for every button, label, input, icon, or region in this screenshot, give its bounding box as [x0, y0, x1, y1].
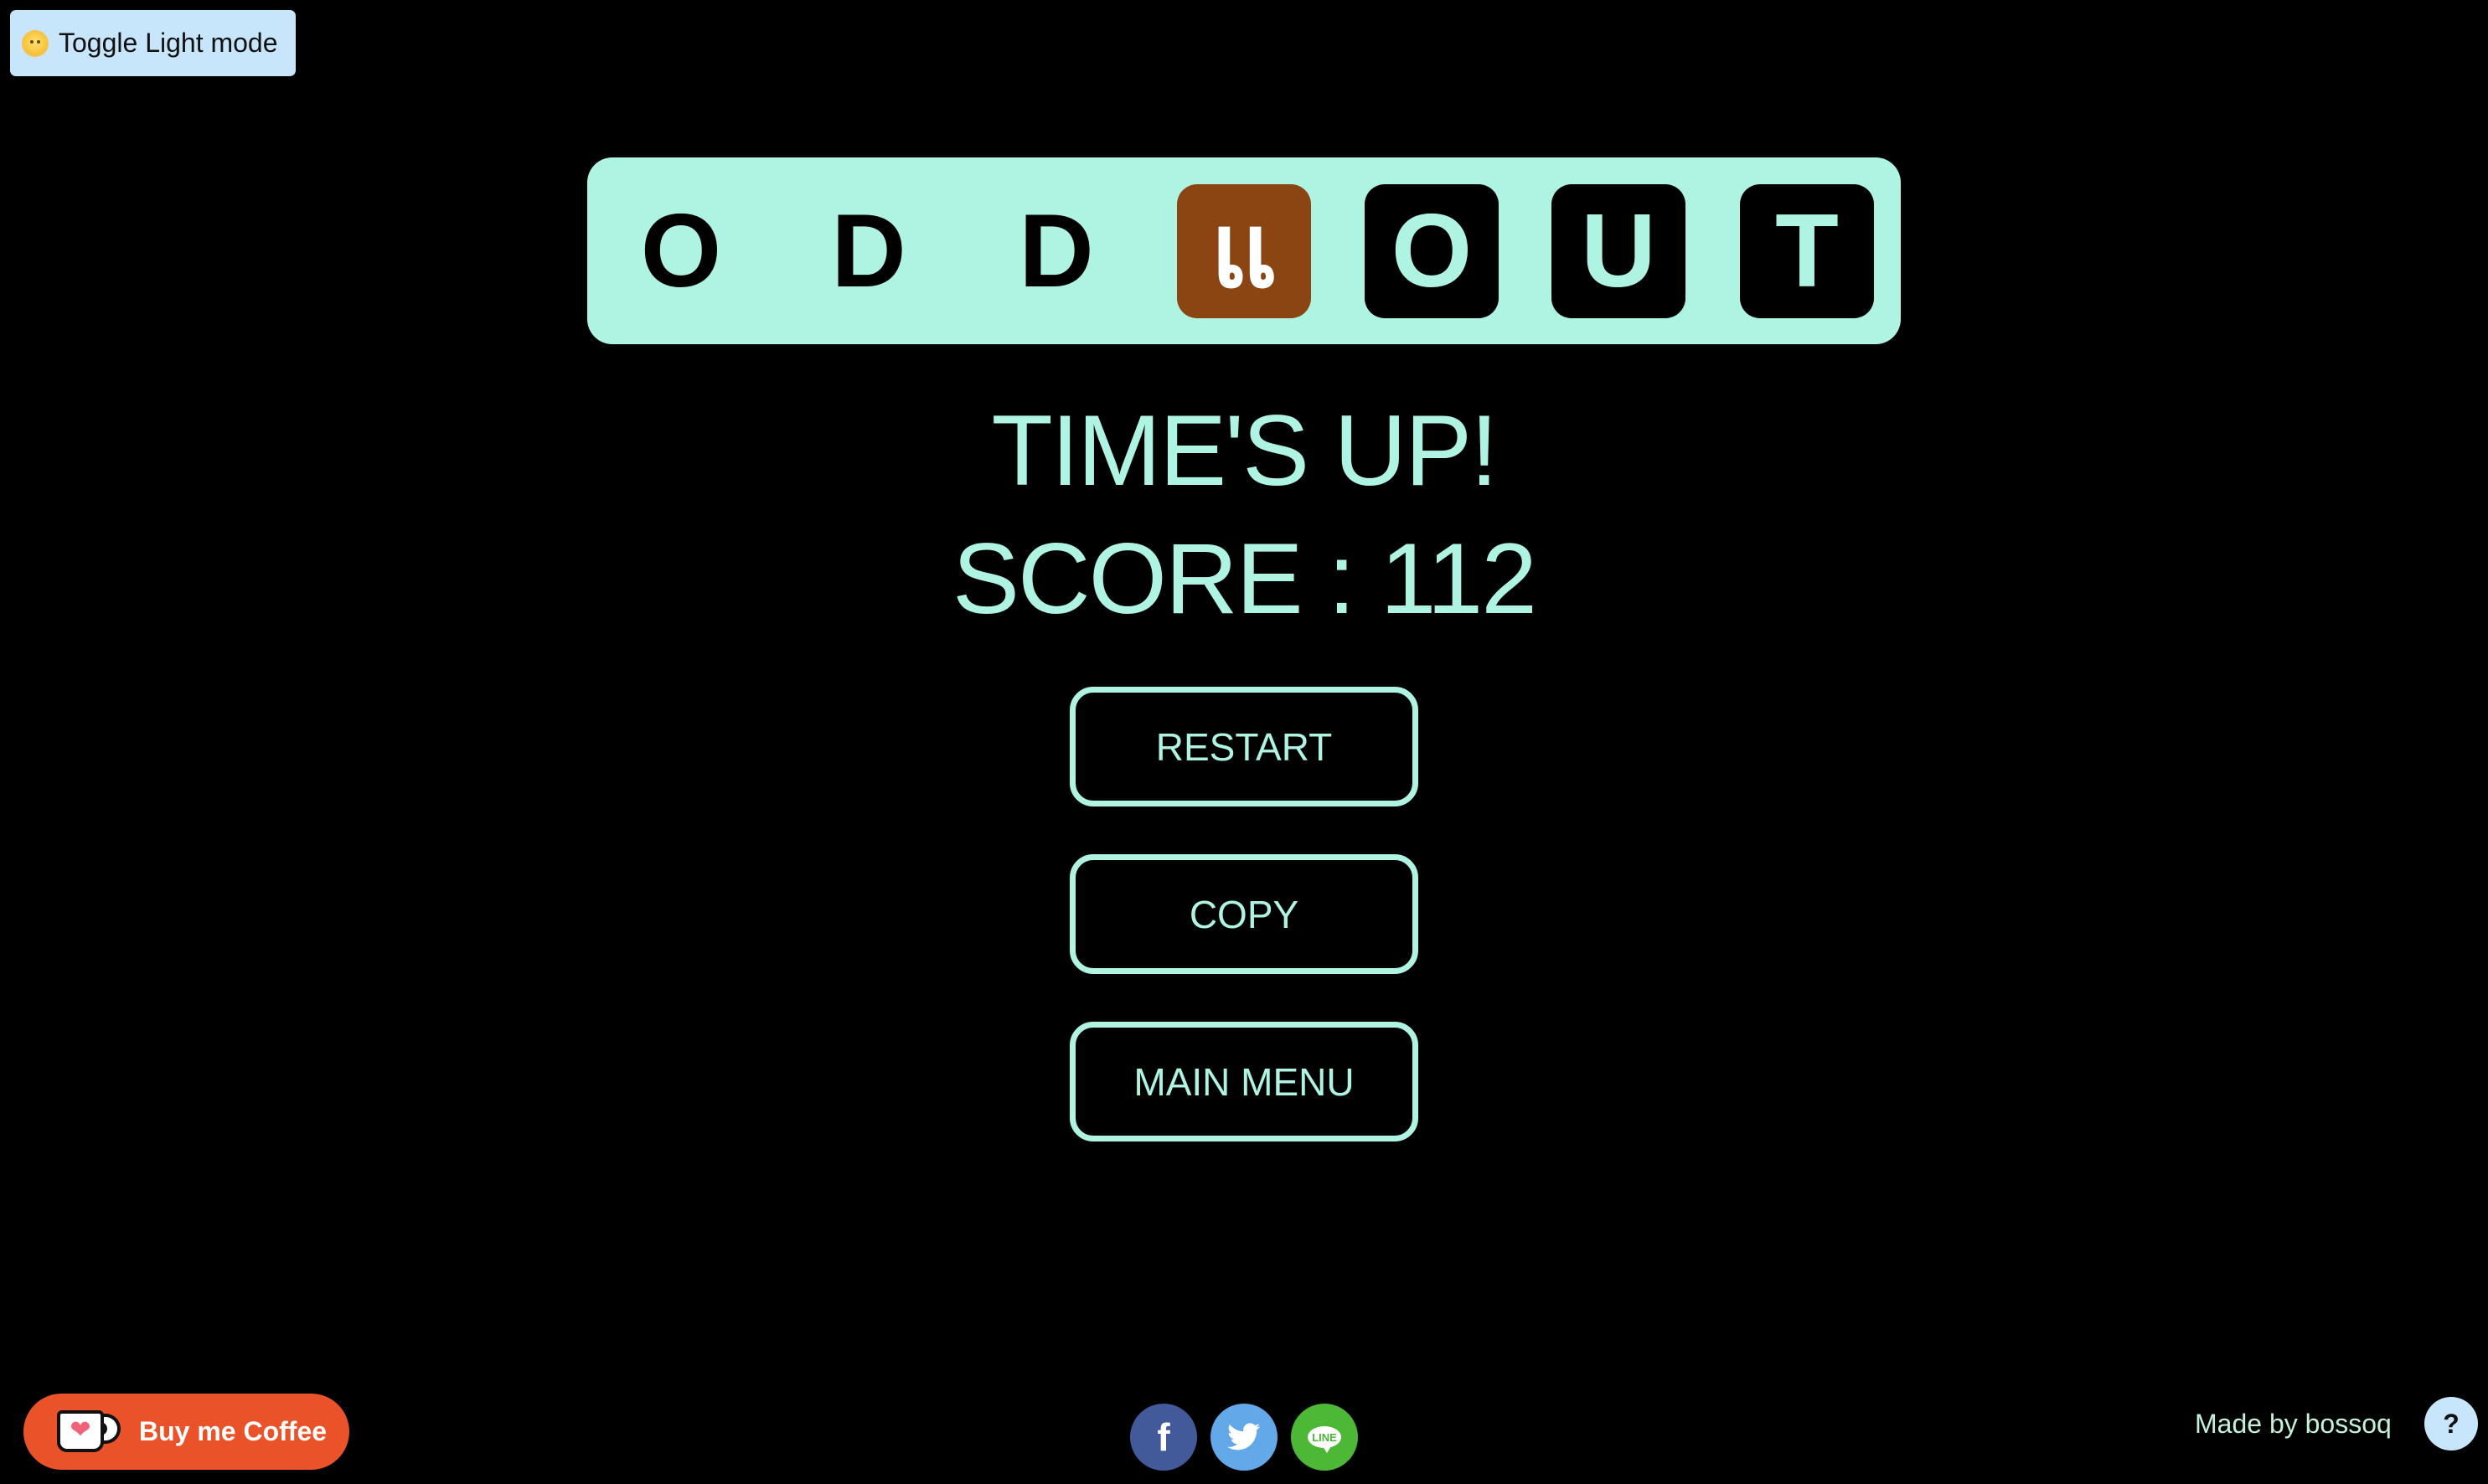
- letter-tile-7: T: [1740, 184, 1874, 318]
- made-by-credit: Made by bossoq: [2195, 1409, 2392, 1439]
- letter-tile-3: D: [1019, 193, 1094, 309]
- toggle-label: Toggle Light mode: [59, 28, 278, 58]
- word-banner: O D D แ O U T: [587, 157, 1901, 344]
- score-display: SCORE : 112: [952, 523, 1537, 635]
- odd-letter-tile[interactable]: แ: [1177, 184, 1311, 318]
- times-up-heading: TIME'S UP!: [991, 394, 1499, 507]
- main-menu-button[interactable]: MAIN MENU: [1070, 1022, 1418, 1141]
- buy-me-coffee-button[interactable]: ❤ Buy me Coffee: [23, 1394, 349, 1470]
- toggle-light-mode-button[interactable]: Toggle Light mode: [10, 10, 296, 76]
- line-icon: LINE: [1308, 1426, 1341, 1453]
- letter-tile-5: O: [1365, 184, 1499, 318]
- coffee-label: Buy me Coffee: [139, 1416, 328, 1446]
- letter-tile-6: U: [1551, 184, 1685, 318]
- share-facebook-button[interactable]: f: [1130, 1404, 1197, 1471]
- share-line-button[interactable]: LINE: [1291, 1404, 1358, 1471]
- share-twitter-button[interactable]: [1210, 1404, 1278, 1471]
- facebook-icon: f: [1157, 1415, 1170, 1459]
- letter-tile-1: O: [640, 193, 722, 309]
- sun-face-icon: [23, 31, 47, 55]
- help-button[interactable]: ?: [2424, 1397, 2478, 1451]
- copy-button[interactable]: COPY: [1070, 854, 1418, 974]
- game-page: Toggle Light mode O D D แ O U T TIME'S U…: [0, 0, 2488, 1484]
- twitter-bird-icon: [1227, 1423, 1261, 1451]
- restart-button[interactable]: RESTART: [1070, 687, 1418, 806]
- coffee-cup-heart-icon: ❤: [57, 1409, 122, 1454]
- letter-tile-2: D: [831, 193, 906, 309]
